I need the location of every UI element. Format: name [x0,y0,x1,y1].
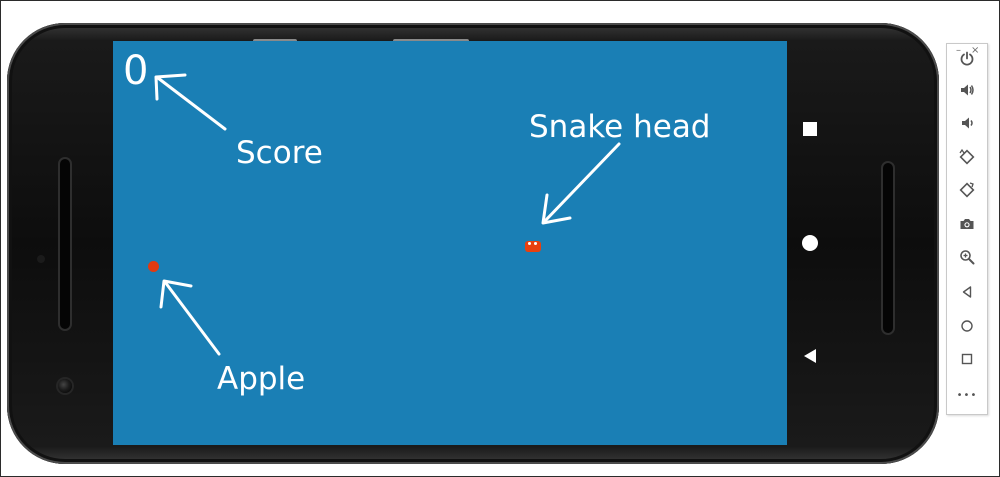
volume-down-button[interactable] [954,110,980,136]
more-button[interactable]: ••• [954,382,980,408]
zoom-button[interactable] [954,244,980,270]
rotate-right-icon [959,182,975,198]
annotation-arrows [154,73,621,356]
home-icon [961,320,973,332]
back-button[interactable] [954,279,980,305]
apple-annotation: Apple [217,361,306,397]
power-icon [960,51,974,66]
left-speaker-grille [60,159,70,329]
front-camera [58,379,72,393]
volume-down-icon [962,117,973,129]
emulator-toolbar: – × ••• [946,43,988,415]
rotate-left-button[interactable] [954,144,980,170]
overview-icon [961,353,973,365]
score-arrow [154,73,227,131]
home-nav-button[interactable] [802,235,818,251]
score-annotation: Score [236,135,323,171]
apple-arrow [159,279,221,356]
volume-up-button[interactable] [954,77,980,103]
snake-head-arrow [541,142,621,225]
game-screen[interactable]: 0 Score Apple Snake head [113,41,787,445]
screenshot-button[interactable] [954,211,980,237]
recents-nav-button[interactable] [803,122,817,136]
snake-head-annotation: Snake head [529,109,711,145]
camera-icon [960,219,974,229]
power-button[interactable] [954,46,980,72]
window-frame: 0 Score Apple Snake head – × ••• [0,0,1000,477]
proximity-sensor [37,255,45,263]
back-nav-button[interactable] [804,349,816,363]
more-icon: ••• [956,389,978,401]
volume-up-icon [961,84,974,96]
zoom-icon [960,250,975,265]
back-icon [962,286,972,298]
rotate-left-icon [959,148,975,165]
home-button[interactable] [954,313,980,339]
rotate-right-button[interactable] [954,177,980,203]
overview-button[interactable] [954,346,980,372]
right-speaker-grille [883,163,893,333]
